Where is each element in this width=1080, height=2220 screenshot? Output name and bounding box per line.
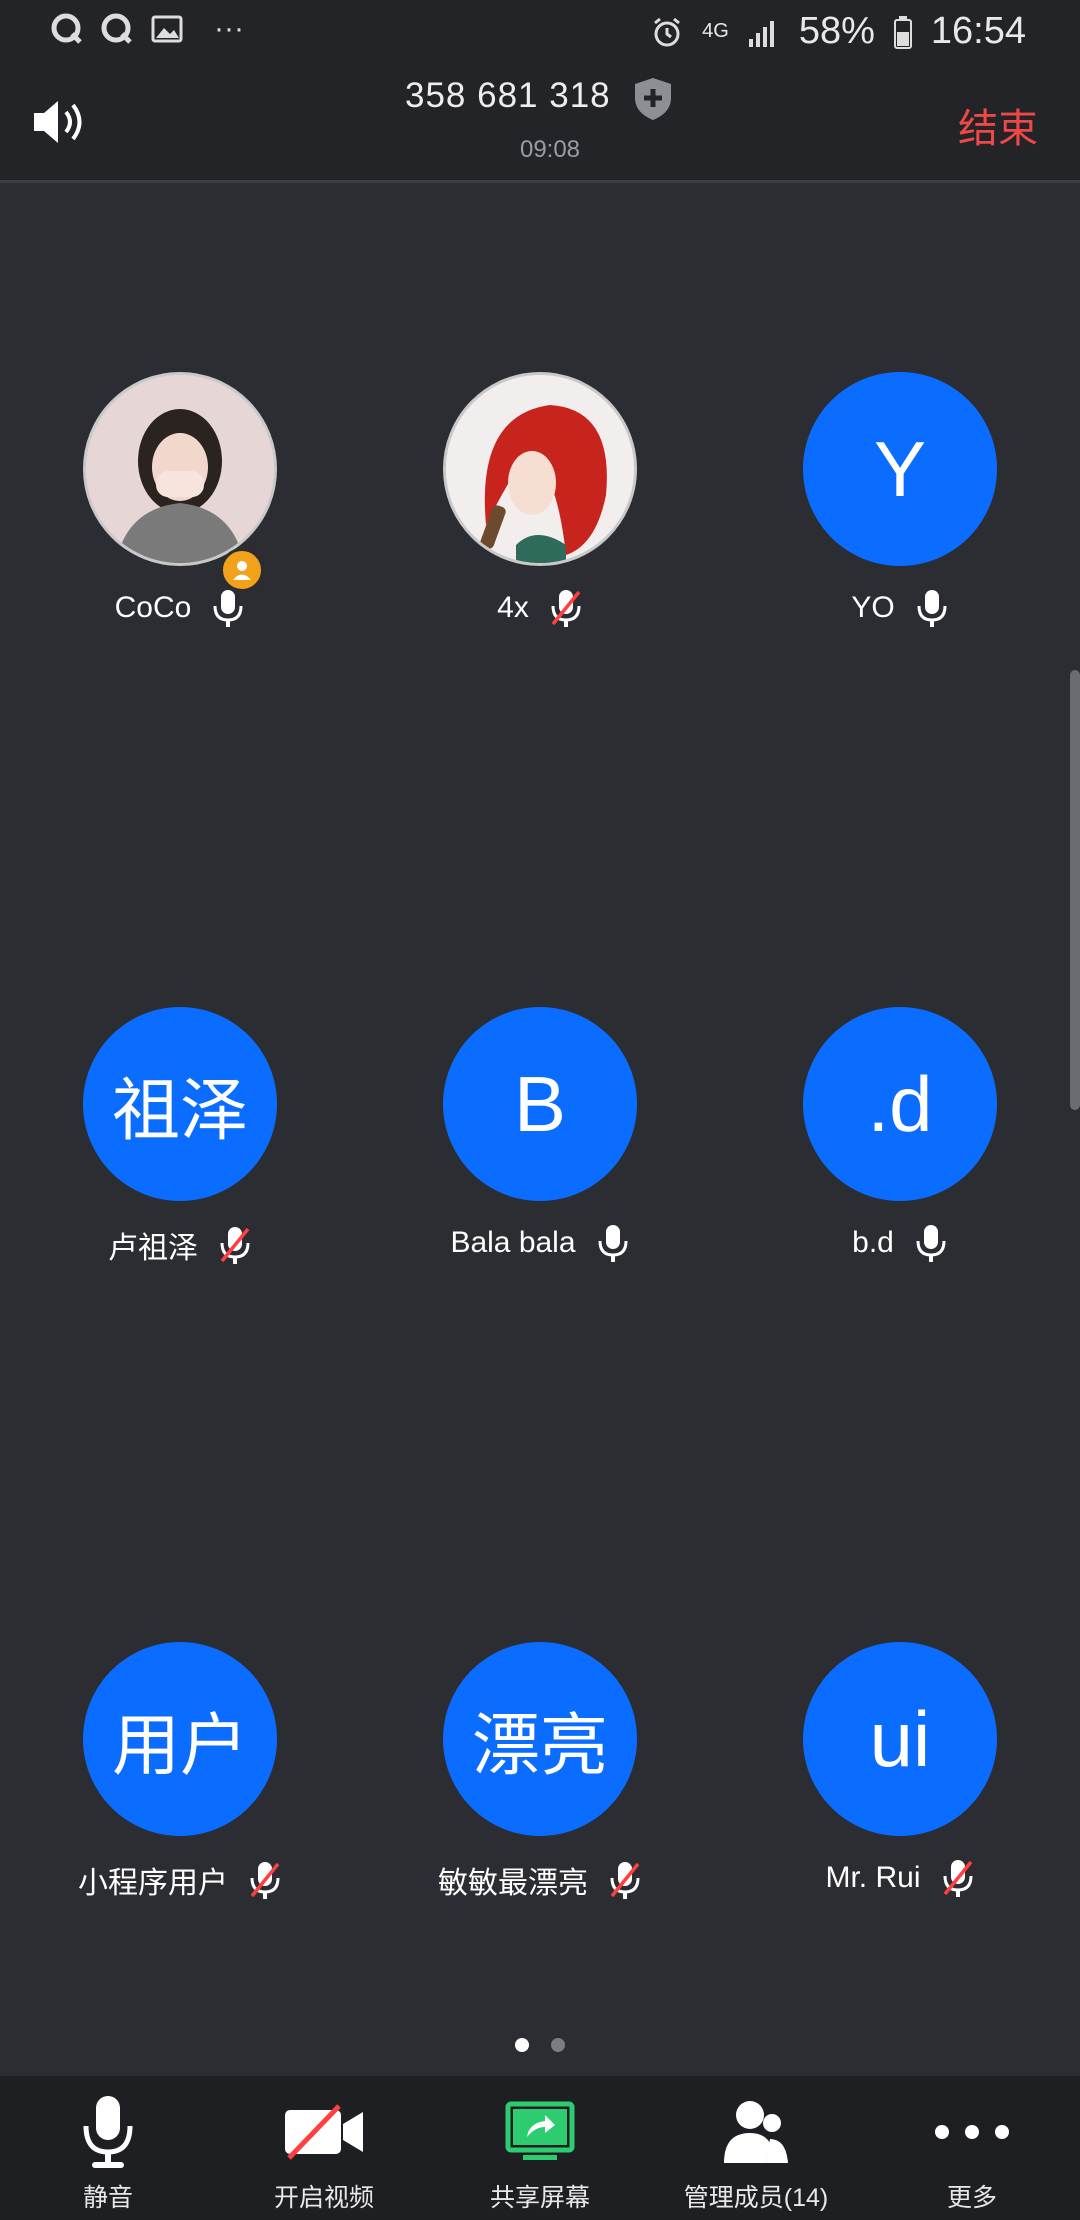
mic-muted-icon xyxy=(610,1862,640,1899)
mic-icon xyxy=(598,1225,628,1262)
mic-muted-icon xyxy=(943,1860,972,1897)
participant-tile[interactable]: Y YO xyxy=(720,372,1080,628)
manage-members-button[interactable]: 管理成员(14) xyxy=(648,2076,864,2220)
participant-name: YO xyxy=(851,591,895,624)
video-off-icon xyxy=(285,2104,363,2160)
participant-avatar: 漂亮 xyxy=(443,1642,637,1836)
participant-avatar xyxy=(443,372,637,566)
scrollbar[interactable] xyxy=(1070,670,1080,1110)
participant-name: Bala bala xyxy=(450,1226,576,1259)
clock: 16:54 xyxy=(930,10,1026,52)
participant-avatar: 用户 xyxy=(83,1642,277,1836)
share-screen-button[interactable]: 共享屏幕 xyxy=(432,2076,648,2220)
page-dot[interactable] xyxy=(551,2038,565,2052)
battery-icon xyxy=(893,15,912,49)
host-person-icon xyxy=(233,561,251,580)
participant-name: 4x xyxy=(497,591,529,624)
status-bar: ··· 4G 58% 16:54 xyxy=(0,0,1080,62)
avatar-photo-icon xyxy=(446,375,634,563)
members-icon xyxy=(724,2101,788,2163)
qq-notification-icon-2 xyxy=(101,13,132,44)
participant-tile[interactable]: ui Mr. Rui xyxy=(720,1642,1080,1898)
participant-avatar: ui xyxy=(803,1642,997,1836)
mic-muted-icon xyxy=(250,1862,280,1899)
system-status: 4G 58% 16:54 xyxy=(650,10,1026,53)
more-notifications: ··· xyxy=(214,12,244,45)
participant-avatar: Y xyxy=(803,372,997,566)
image-notification-icon xyxy=(151,15,183,43)
participant-avatar: .d xyxy=(803,1007,997,1201)
signal-icon xyxy=(748,20,774,47)
notification-icons: ··· xyxy=(50,12,244,46)
mic-muted-icon xyxy=(551,590,581,627)
mic-icon xyxy=(916,1225,946,1262)
participant-name: 小程序用户 xyxy=(78,1867,228,1900)
more-dots-icon xyxy=(935,2125,1009,2139)
participant-tile[interactable]: 用户 小程序用户 xyxy=(0,1642,360,1902)
participant-name: b.d xyxy=(852,1226,894,1259)
end-meeting-button[interactable]: 结束 xyxy=(958,96,1038,154)
manage-members-label: 管理成员(14) xyxy=(683,2184,829,2212)
more-button[interactable]: 更多 xyxy=(864,2076,1080,2220)
meeting-id[interactable]: 358 681 318 xyxy=(405,76,611,116)
page-dot-active[interactable] xyxy=(515,2038,529,2052)
participant-name: CoCo xyxy=(114,591,192,624)
meeting-header: 358 681 318 09:08 结束 xyxy=(0,62,1080,183)
network-type: 4G xyxy=(702,20,729,42)
meeting-timer: 09:08 xyxy=(519,136,581,163)
participant-name: 敏敏最漂亮 xyxy=(438,1867,588,1900)
participant-tile[interactable]: .d b.d xyxy=(720,1007,1080,1263)
battery-percent: 58% xyxy=(798,10,875,52)
participant-name: 卢祖泽 xyxy=(108,1232,198,1265)
participant-tile[interactable]: B Bala bala xyxy=(360,1007,720,1263)
microphone-icon xyxy=(83,2096,133,2168)
start-video-button[interactable]: 开启视频 xyxy=(216,2076,432,2220)
participant-avatar: 祖泽 xyxy=(83,1007,277,1201)
qq-notification-icon xyxy=(51,13,82,44)
alarm-icon xyxy=(654,17,681,46)
mic-muted-icon xyxy=(220,1227,250,1264)
host-badge xyxy=(220,548,264,592)
share-screen-label: 共享屏幕 xyxy=(489,2184,590,2212)
participant-tile[interactable]: CoCo xyxy=(0,372,360,628)
start-video-label: 开启视频 xyxy=(273,2184,374,2212)
mic-icon xyxy=(917,590,947,627)
share-screen-icon xyxy=(505,2101,575,2160)
meeting-toolbar: 静音 开启视频 共享屏幕 管理成员(14) 更多 xyxy=(0,2076,1080,2220)
mute-button[interactable]: 静音 xyxy=(0,2076,216,2220)
participant-tile[interactable]: 祖泽 卢祖泽 xyxy=(0,1007,360,1267)
participant-avatar xyxy=(83,372,277,566)
participant-tile[interactable]: 4x xyxy=(360,372,720,628)
avatar-photo-icon xyxy=(86,375,274,563)
mic-icon xyxy=(213,590,243,627)
participant-avatar: B xyxy=(443,1007,637,1201)
mute-label: 静音 xyxy=(82,2184,133,2212)
participant-name: Mr. Rui xyxy=(825,1861,921,1894)
more-label: 更多 xyxy=(946,2184,997,2212)
page-indicator[interactable] xyxy=(0,2038,1080,2052)
shield-icon[interactable] xyxy=(632,76,674,122)
participant-tile[interactable]: 漂亮 敏敏最漂亮 xyxy=(360,1642,720,1902)
